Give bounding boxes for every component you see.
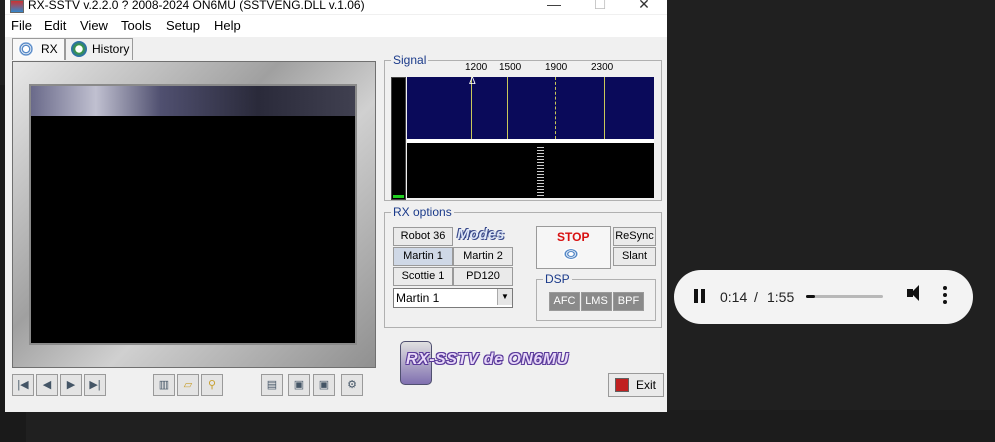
signal-group: Signal 1200 1500 1900 2300 Δ	[384, 53, 662, 201]
more-options-icon[interactable]	[943, 286, 947, 290]
frequency-display: Δ	[407, 76, 654, 139]
menu-file[interactable]: File	[11, 18, 32, 33]
frequency-line-2300	[604, 77, 605, 139]
pause-icon-bar[interactable]	[701, 289, 705, 303]
waterfall-trace	[537, 147, 544, 196]
dsp-label: DSP	[543, 272, 572, 286]
time-separator: /	[754, 289, 758, 305]
mode-pd120-button[interactable]: PD120	[453, 267, 513, 286]
save-icon[interactable]: ▣	[288, 374, 310, 396]
previous-image-button[interactable]: ◀	[36, 374, 58, 396]
bpf-button[interactable]: BPF	[613, 292, 644, 311]
minimize-button[interactable]: —	[531, 0, 577, 14]
resync-button[interactable]: ReSync	[613, 227, 656, 246]
waterfall-display	[407, 143, 654, 198]
rx-options-group: RX options Robot 36 Modes Martin 1 Marti…	[384, 205, 662, 328]
stop-label: STOP	[557, 230, 590, 244]
mode-select[interactable]: Martin 1 ▼	[393, 288, 513, 308]
menu-help[interactable]: Help	[214, 18, 241, 33]
menu-edit[interactable]: Edit	[44, 18, 66, 33]
tab-rx-label: RX	[41, 42, 58, 56]
antenna-icon	[563, 248, 579, 260]
received-image-strip	[31, 86, 355, 116]
last-image-button[interactable]: ▶|	[84, 374, 106, 396]
total-time: 1:55	[767, 289, 795, 305]
copy-icon[interactable]: ▤	[261, 374, 283, 396]
title-bar[interactable]: RX-SSTV v.2.2.0 ? 2008-2024 ON6MU (SSTVE…	[5, 0, 667, 14]
zoom-icon[interactable]: ⚲	[201, 374, 223, 396]
open-folder-icon[interactable]: ▱	[177, 374, 199, 396]
afc-button[interactable]: AFC	[549, 292, 580, 311]
signal-group-label: Signal	[391, 53, 429, 67]
stop-button[interactable]: STOP	[536, 226, 611, 269]
save-all-icon[interactable]: ▣	[313, 374, 335, 396]
slant-button[interactable]: Slant	[613, 247, 656, 266]
signal-level-meter	[391, 77, 406, 200]
frequency-line-1500	[507, 77, 508, 139]
mode-select-value: Martin 1	[396, 291, 440, 305]
tick-label: 1900	[545, 62, 568, 73]
first-image-button[interactable]: |◀	[12, 374, 34, 396]
volume-icon-cone	[911, 285, 919, 301]
app-logo: RX-SSTV de ON6MU	[406, 351, 569, 368]
received-image	[29, 84, 357, 345]
tab-rx[interactable]: RX	[12, 38, 65, 60]
current-time: 0:14	[720, 289, 748, 305]
mode-robot36-button[interactable]: Robot 36	[393, 227, 453, 246]
progress-fill	[806, 295, 816, 298]
window-title: RX-SSTV v.2.2.0 ? 2008-2024 ON6MU (SSTVE…	[28, 0, 365, 12]
tick-label: 1200	[465, 62, 488, 73]
app-icon	[10, 0, 24, 13]
history-icon	[71, 41, 87, 57]
mode-scottie1-button[interactable]: Scottie 1	[393, 267, 453, 286]
exit-button[interactable]: Exit	[608, 373, 664, 397]
next-image-button[interactable]: ▶	[60, 374, 82, 396]
close-button[interactable]: ✕	[621, 0, 667, 14]
menu-setup[interactable]: Setup	[166, 18, 200, 33]
frequency-line-1900	[555, 77, 557, 139]
tick-label: 2300	[591, 62, 614, 73]
menu-bar: File Edit View Tools Setup Help	[5, 15, 667, 37]
signal-level-bar	[393, 195, 404, 198]
exit-icon	[615, 378, 629, 392]
tab-history[interactable]: History	[65, 38, 133, 60]
rx-options-label: RX options	[391, 205, 454, 219]
tab-history-label: History	[92, 42, 130, 56]
delete-icon[interactable]: ▥	[153, 374, 175, 396]
lms-button[interactable]: LMS	[581, 292, 612, 311]
frequency-marker: Δ	[469, 76, 476, 87]
chevron-down-icon[interactable]: ▼	[497, 289, 512, 305]
menu-view[interactable]: View	[80, 18, 108, 33]
menu-tools[interactable]: Tools	[121, 18, 151, 33]
antenna-icon	[18, 41, 34, 57]
settings-icon[interactable]: ⚙	[341, 374, 363, 396]
pause-icon[interactable]	[694, 289, 698, 303]
mode-martin2-button[interactable]: Martin 2	[453, 247, 513, 266]
progress-track[interactable]	[806, 295, 883, 298]
image-frame	[12, 61, 376, 368]
modes-logo: Modes	[457, 226, 505, 243]
desktop-background-bottom	[200, 410, 995, 442]
dsp-group: DSP AFC LMS BPF	[536, 272, 656, 321]
maximize-button[interactable]: ☐	[577, 0, 623, 14]
tick-label: 1500	[499, 62, 522, 73]
app-window: RX-SSTV v.2.2.0 ? 2008-2024 ON6MU (SSTVE…	[5, 0, 667, 412]
media-player: 0:14 / 1:55	[674, 270, 973, 324]
exit-label: Exit	[636, 378, 657, 392]
mode-martin1-button[interactable]: Martin 1	[393, 247, 453, 266]
